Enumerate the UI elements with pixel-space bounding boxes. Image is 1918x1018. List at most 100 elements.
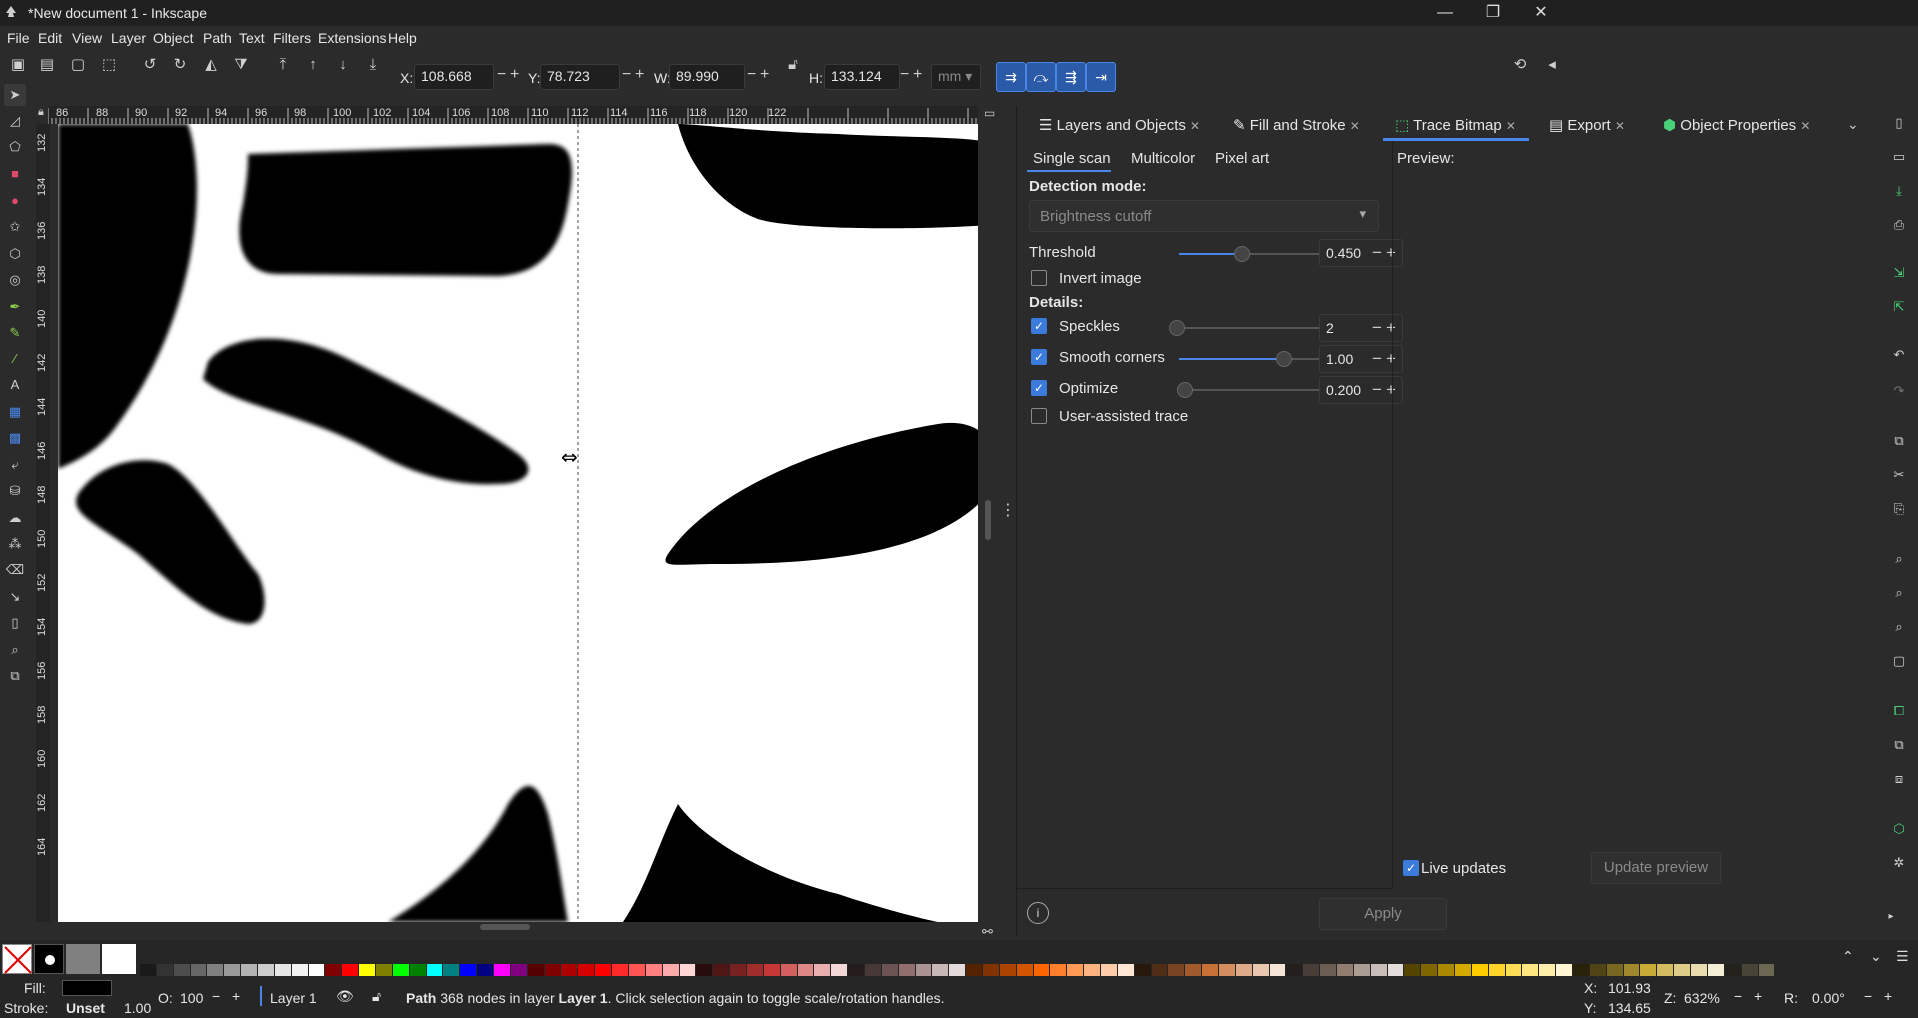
optimize-slider[interactable] [1176,382,1319,398]
optimize-minus-button[interactable]: − [1372,380,1382,400]
rotate-ccw-icon[interactable]: ↺ [138,53,162,77]
snap-icon[interactable]: ⟲ [1508,53,1532,77]
duplicate-icon[interactable]: ⧠ [1888,700,1910,722]
import-icon[interactable]: ⇲ [1888,262,1910,284]
palette-scroll-down-icon[interactable]: ⌄ [1870,948,1882,965]
y-input[interactable]: 78.723 [540,64,620,90]
zoom-width-icon[interactable]: ▢ [1888,650,1910,672]
y-minus-button[interactable]: − [622,66,631,84]
close-tab-icon[interactable]: ✕ [1800,119,1810,133]
fill-indicator[interactable] [62,980,112,996]
speckles-spinbox[interactable]: 2 − + [1319,314,1403,342]
close-tab-icon[interactable]: ✕ [1350,119,1360,133]
zoom-selection-icon[interactable]: ⌕ [1888,548,1910,570]
ungroup-icon[interactable]: ✲ [1888,852,1910,874]
select-all-layers-icon[interactable]: ▤ [35,53,59,77]
opacity-minus-button[interactable]: − [212,988,220,1004]
more-options-icon[interactable]: ⋮ [1000,500,1016,520]
horizontal-scrollbar[interactable] [480,924,530,930]
zoom-page-icon[interactable]: ⌕ [1888,616,1910,638]
zoom-input[interactable]: 632% [1684,990,1720,1006]
undo-icon[interactable]: ↶ [1888,344,1910,366]
optimize-checkbox[interactable]: ✓ [1031,380,1047,396]
panel-splitter-handle[interactable] [985,500,991,540]
swatch-gray[interactable] [66,944,100,974]
unlink-clone-icon[interactable]: ⧈ [1888,768,1910,790]
open-icon[interactable]: ▭ [1888,146,1910,168]
menu-file[interactable]: File [7,30,30,46]
zoom-minus-button[interactable]: − [1734,988,1742,1004]
swatch-black[interactable] [34,944,64,974]
pen-tool-icon[interactable]: ✒ [4,296,26,318]
lower-icon[interactable]: ↓ [331,53,355,77]
palette-scroll-up-icon[interactable]: ⌃ [1842,948,1854,965]
spiral-tool-icon[interactable]: ◎ [4,269,26,291]
rotation-minus-button[interactable]: − [1864,988,1872,1004]
lock-ratio-icon[interactable]: 🔓︎ [781,53,805,77]
menu-layer[interactable]: Layer [111,30,146,46]
rotation-input[interactable]: 0.00° [1812,990,1845,1006]
group-icon[interactable]: ⬡ [1888,818,1910,840]
mesh-tool-icon[interactable]: ▩ [4,427,26,449]
speckles-slider-knob[interactable] [1169,320,1185,336]
raise-to-top-icon[interactable]: ⤒ [271,53,295,77]
rotate-cw-icon[interactable]: ↻ [168,53,192,77]
menu-view[interactable]: View [72,30,102,46]
x-input[interactable]: 108.668 [414,64,494,90]
w-minus-button[interactable]: − [747,66,756,84]
collapse-icon[interactable]: ◂ [1540,53,1564,77]
tab-object-properties[interactable]: ⬢ Object Properties ✕ [1663,116,1810,134]
subtab-pixel-art[interactable]: Pixel art [1215,150,1269,167]
measure-tool-icon[interactable]: ⧉ [4,665,26,687]
opacity-input[interactable]: 100 [180,990,203,1006]
w-input[interactable]: 89.990 [669,64,745,90]
select-same-icon[interactable]: ⬚ [97,53,121,77]
close-tab-icon[interactable]: ✕ [1506,119,1516,133]
flip-vertical-icon[interactable]: ⧩ [229,53,253,77]
layer-visibility-icon[interactable]: 👁︎ [336,988,354,1005]
unit-select[interactable]: mm ▾ [931,64,981,90]
minimize-button[interactable]: — [1422,0,1468,26]
paste-icon[interactable]: ⎘ [1888,498,1910,520]
drawing-canvas[interactable]: ⇔ [58,124,978,922]
deselect-icon[interactable]: ▢ [66,53,90,77]
color-manage-icon[interactable]: ⚯ [982,924,993,940]
optimize-plus-button[interactable]: + [1386,380,1396,400]
move-patterns-button[interactable]: ⇥ [1086,62,1116,92]
copy-icon[interactable]: ⧉ [1888,430,1910,452]
select-all-icon[interactable]: ▣ [6,53,30,77]
subtab-multicolor[interactable]: Multicolor [1131,150,1195,167]
close-tab-icon[interactable]: ✕ [1615,119,1625,133]
zoom-tool-icon[interactable]: ⌕ [4,639,26,661]
threshold-minus-button[interactable]: − [1372,243,1382,263]
info-button[interactable]: i [1027,902,1049,924]
pages-tool-icon[interactable]: ▯ [4,612,26,634]
text-tool-icon[interactable]: A [4,374,26,396]
node-tool-icon[interactable]: ◿ [4,110,26,132]
shape-builder-tool-icon[interactable]: ⬠ [4,136,26,158]
export-file-icon[interactable]: ⇱ [1888,296,1910,318]
close-window-button[interactable]: ✕ [1518,0,1564,26]
selector-tool-icon[interactable]: ➤ [4,84,26,106]
tweak-tool-icon[interactable]: ☁ [4,507,26,529]
rotation-plus-button[interactable]: + [1884,988,1892,1004]
toggle-canvas-icon[interactable]: ▭ [984,106,995,120]
gradient-tool-icon[interactable]: ▦ [4,401,26,423]
paint-bucket-tool-icon[interactable]: ⛁ [4,480,26,502]
tab-layers-and-objects[interactable]: ☰ Layers and Objects ✕ [1039,116,1200,134]
tab-export[interactable]: ▤ Export ✕ [1549,116,1625,134]
no-paint-swatch[interactable] [2,944,32,974]
tab-fill-and-stroke[interactable]: ✎ Fill and Stroke ✕ [1233,116,1360,134]
menu-extensions[interactable]: Extensions [318,30,386,46]
ruler-corner-lock-icon[interactable]: 🔒︎ [38,106,50,124]
scale-stroke-button[interactable]: ⇉ [996,62,1026,92]
h-plus-button[interactable]: + [913,66,922,84]
smooth-corners-spinbox[interactable]: 1.00 − + [1319,345,1403,373]
threshold-spinbox[interactable]: 0.450 − + [1319,239,1403,267]
speckles-slider[interactable] [1169,320,1319,336]
tab-trace-bitmap[interactable]: ⬚ Trace Bitmap ✕ [1395,116,1516,134]
restore-button[interactable]: ❐ [1470,0,1516,26]
raise-icon[interactable]: ↑ [301,53,325,77]
tab-overflow-chevron-icon[interactable]: ⌄ [1847,116,1859,133]
expand-arrow-icon[interactable]: ▸ [1880,906,1902,928]
